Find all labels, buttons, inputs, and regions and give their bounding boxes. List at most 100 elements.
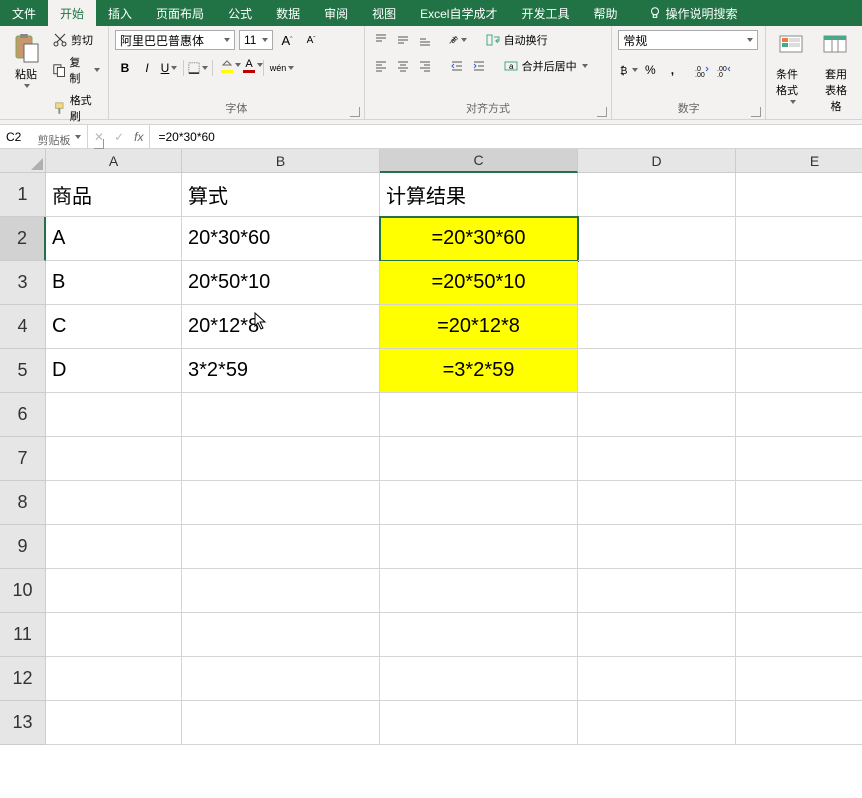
row-header-1[interactable]: 1 — [0, 173, 46, 217]
cell-D12[interactable] — [578, 657, 736, 701]
tab-developer[interactable]: 开发工具 — [509, 0, 581, 26]
cell-A10[interactable] — [46, 569, 182, 613]
copy-button[interactable]: 复制 — [50, 52, 102, 88]
cell-C13[interactable] — [380, 701, 578, 745]
cell-C4[interactable]: =20*12*8 — [380, 305, 578, 349]
row-header-10[interactable]: 10 — [0, 569, 46, 613]
tab-insert[interactable]: 插入 — [96, 0, 144, 26]
cell-E5[interactable] — [736, 349, 862, 393]
cell-A9[interactable] — [46, 525, 182, 569]
cell-C10[interactable] — [380, 569, 578, 613]
accounting-format-button[interactable]: ₿ — [618, 60, 638, 80]
dialog-launcher-icon[interactable] — [751, 107, 761, 117]
increase-font-button[interactable]: Aˆ — [277, 30, 297, 50]
cell-D8[interactable] — [578, 481, 736, 525]
cell-C1[interactable]: 计算结果 — [380, 173, 578, 217]
cell-E10[interactable] — [736, 569, 862, 613]
orientation-button[interactable]: ab — [447, 30, 467, 50]
dialog-launcher-icon[interactable] — [350, 107, 360, 117]
cell-C6[interactable] — [380, 393, 578, 437]
cell-D11[interactable] — [578, 613, 736, 657]
cell-B8[interactable] — [182, 481, 380, 525]
align-left-button[interactable] — [371, 56, 391, 76]
cell-C2[interactable]: =20*30*60 — [380, 217, 578, 261]
row-header-12[interactable]: 12 — [0, 657, 46, 701]
cell-B10[interactable] — [182, 569, 380, 613]
cell-B6[interactable] — [182, 393, 380, 437]
font-color-button[interactable]: A — [239, 58, 259, 78]
cell-C11[interactable] — [380, 613, 578, 657]
cell-D4[interactable] — [578, 305, 736, 349]
row-header-9[interactable]: 9 — [0, 525, 46, 569]
tab-file[interactable]: 文件 — [0, 0, 48, 26]
col-header-D[interactable]: D — [578, 149, 736, 173]
tab-help[interactable]: 帮助 — [582, 0, 630, 26]
cell-E2[interactable] — [736, 217, 862, 261]
cell-D5[interactable] — [578, 349, 736, 393]
accept-formula-icon[interactable]: ✓ — [114, 130, 124, 144]
decrease-font-button[interactable]: Aˇ — [301, 30, 321, 50]
cell-D6[interactable] — [578, 393, 736, 437]
col-header-C[interactable]: C — [380, 149, 578, 173]
cell-A5[interactable]: D — [46, 349, 182, 393]
fx-icon[interactable]: fx — [134, 130, 143, 144]
tell-me-search[interactable]: 操作说明搜索 — [636, 0, 750, 26]
cell-C8[interactable] — [380, 481, 578, 525]
decrease-decimal-button[interactable]: .00.0 — [714, 60, 734, 80]
fill-color-button[interactable] — [217, 58, 237, 78]
tab-home[interactable]: 开始 — [48, 0, 96, 26]
cell-D2[interactable] — [578, 217, 736, 261]
cell-A2[interactable]: A — [46, 217, 182, 261]
cell-B11[interactable] — [182, 613, 380, 657]
merge-center-button[interactable]: a 合并后居中 — [501, 56, 590, 76]
cell-D10[interactable] — [578, 569, 736, 613]
row-header-3[interactable]: 3 — [0, 261, 46, 305]
tab-page-layout[interactable]: 页面布局 — [144, 0, 216, 26]
wrap-text-button[interactable]: 自动换行 — [483, 30, 550, 50]
comma-button[interactable]: , — [662, 60, 682, 80]
cell-E7[interactable] — [736, 437, 862, 481]
number-format-combo[interactable]: 常规 — [618, 30, 758, 50]
row-header-2[interactable]: 2 — [0, 217, 46, 261]
formula-input[interactable]: =20*30*60 — [150, 125, 862, 148]
cell-A7[interactable] — [46, 437, 182, 481]
cell-E4[interactable] — [736, 305, 862, 349]
italic-button[interactable]: I — [137, 58, 157, 78]
cell-E13[interactable] — [736, 701, 862, 745]
cell-B7[interactable] — [182, 437, 380, 481]
row-header-6[interactable]: 6 — [0, 393, 46, 437]
cell-A6[interactable] — [46, 393, 182, 437]
cell-B2[interactable]: 20*30*60 — [182, 217, 380, 261]
cell-B5[interactable]: 3*2*59 — [182, 349, 380, 393]
tab-review[interactable]: 审阅 — [312, 0, 360, 26]
cell-C5[interactable]: =3*2*59 — [380, 349, 578, 393]
cell-E8[interactable] — [736, 481, 862, 525]
decrease-indent-button[interactable] — [447, 56, 467, 76]
format-painter-button[interactable]: 格式刷 — [50, 90, 102, 126]
cell-B1[interactable]: 算式 — [182, 173, 380, 217]
cell-A11[interactable] — [46, 613, 182, 657]
row-header-11[interactable]: 11 — [0, 613, 46, 657]
percent-button[interactable]: % — [640, 60, 660, 80]
tab-formulas[interactable]: 公式 — [216, 0, 264, 26]
underline-button[interactable]: U — [159, 58, 179, 78]
cell-B3[interactable]: 20*50*10 — [182, 261, 380, 305]
increase-indent-button[interactable] — [469, 56, 489, 76]
increase-decimal-button[interactable]: .0.00 — [692, 60, 712, 80]
font-name-combo[interactable]: 阿里巴巴普惠体 — [115, 30, 235, 50]
cell-D3[interactable] — [578, 261, 736, 305]
cell-C9[interactable] — [380, 525, 578, 569]
col-header-A[interactable]: A — [46, 149, 182, 173]
cell-A1[interactable]: 商品 — [46, 173, 182, 217]
col-header-E[interactable]: E — [736, 149, 862, 173]
align-top-button[interactable] — [371, 30, 391, 50]
tab-data[interactable]: 数据 — [264, 0, 312, 26]
font-size-combo[interactable]: 11 — [239, 30, 273, 50]
tab-custom[interactable]: Excel自学成才 — [408, 0, 509, 26]
format-table-button[interactable]: 套用 表格格 — [816, 30, 856, 116]
cell-B4[interactable]: 20*12*8 — [182, 305, 380, 349]
phonetic-button[interactable]: wén — [268, 58, 296, 78]
row-header-7[interactable]: 7 — [0, 437, 46, 481]
cell-E3[interactable] — [736, 261, 862, 305]
cell-A3[interactable]: B — [46, 261, 182, 305]
